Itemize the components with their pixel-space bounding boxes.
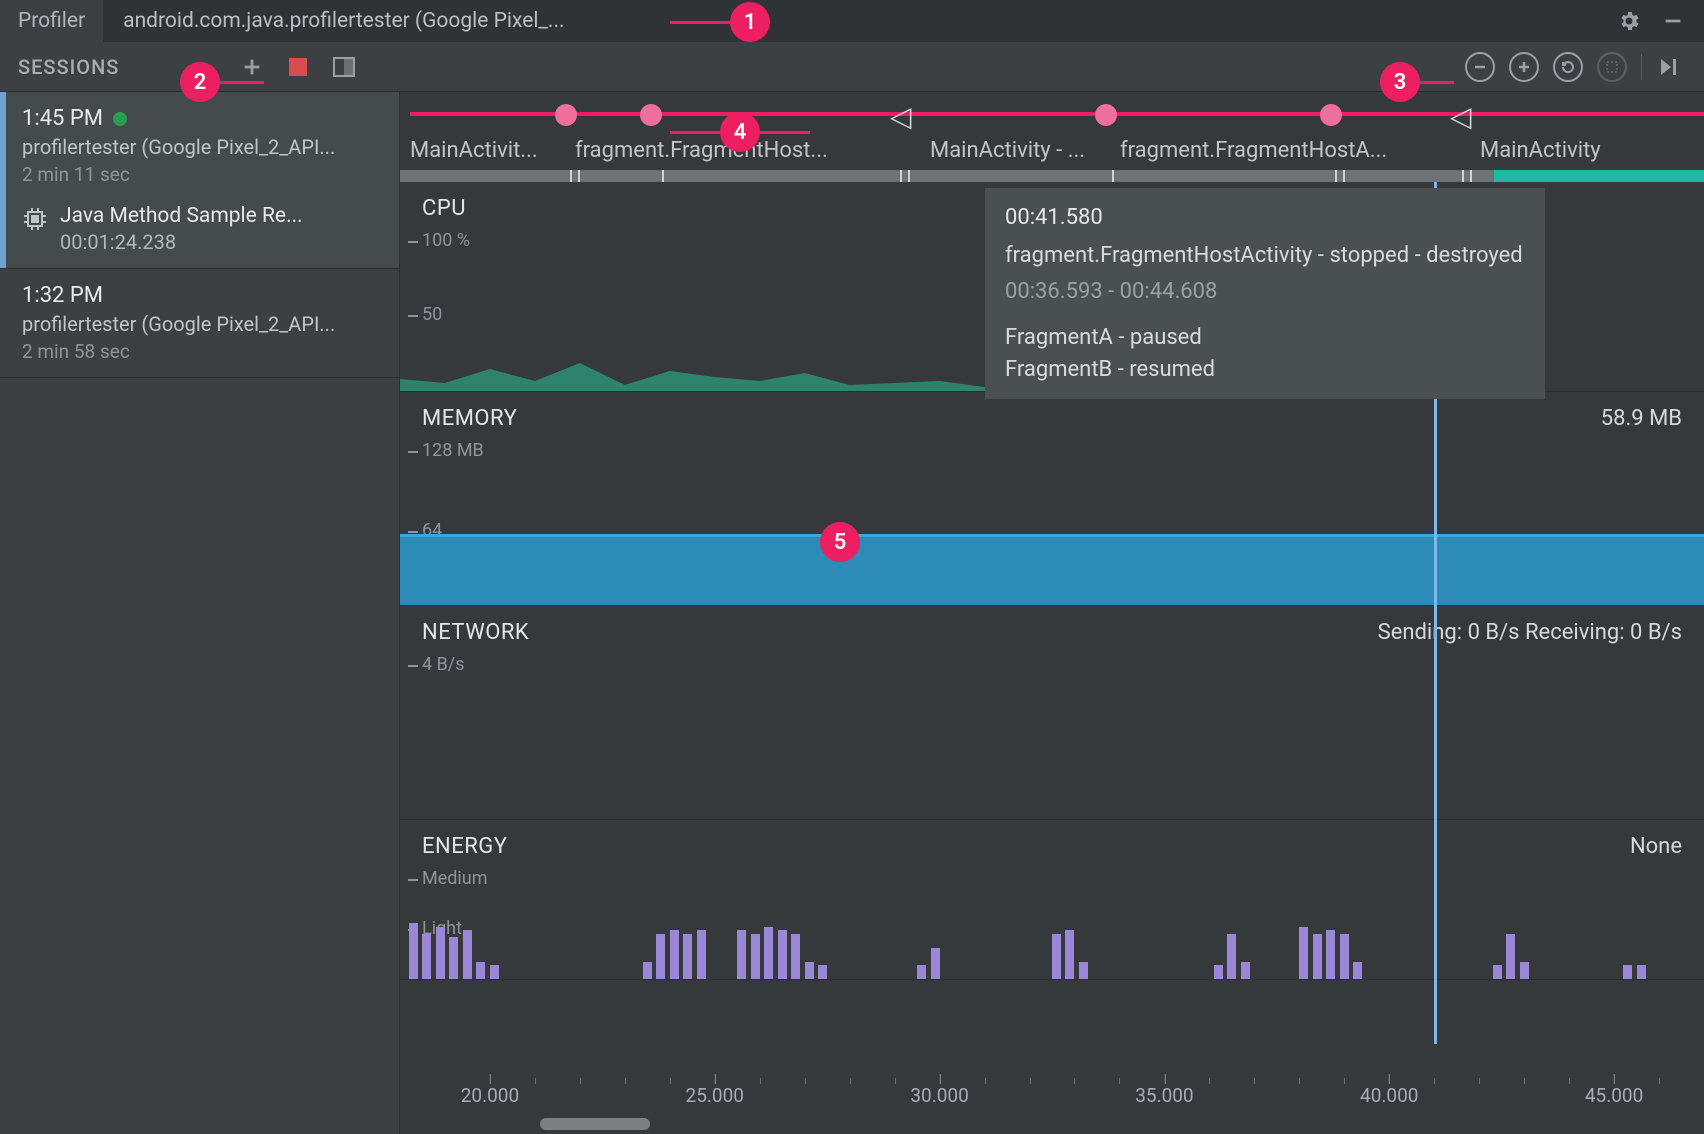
tooltip-event: fragment.FragmentHostActivity - stopped … <box>1005 240 1525 272</box>
activity-label: MainActivit... <box>410 138 538 163</box>
energy-value: None <box>1630 834 1682 859</box>
axis-tick: 25.000 <box>686 1084 744 1107</box>
time-axis[interactable]: 20.000 25.000 30.000 35.000 40.000 45.000 <box>400 1084 1704 1134</box>
sessions-label: SESSIONS <box>0 55 119 79</box>
y-tick: Medium <box>422 868 488 889</box>
tooltip-extra: FragmentA - paused <box>1005 322 1525 354</box>
sessions-sidebar: 1:45 PM profilertester (Google Pixel_2_A… <box>0 92 400 1134</box>
timeline-content: ▷ ▷ MainActivit... fragment.FragmentHost… <box>400 92 1704 1134</box>
event-tooltip: 00:41.580 fragment.FragmentHostActivity … <box>985 188 1545 399</box>
activity-label: MainActivity <box>1480 138 1601 163</box>
annotation-badge: 4 <box>720 112 760 152</box>
annotation-badge: 5 <box>820 522 860 562</box>
network-panel[interactable]: NETWORK Sending: 0 B/s Receiving: 0 B/s … <box>400 606 1704 820</box>
tooltip-range: 00:36.593 - 00:44.608 <box>1005 276 1525 308</box>
toggle-panel-button[interactable] <box>331 54 357 80</box>
add-session-button[interactable] <box>239 54 265 80</box>
annotation-badge: 1 <box>730 2 770 42</box>
panel-title: MEMORY <box>422 406 517 431</box>
process-name[interactable]: android.com.java.profilertester (Google … <box>103 9 584 33</box>
toolbar-divider <box>1641 54 1642 80</box>
activity-ribbon[interactable]: ▷ ▷ MainActivit... fragment.FragmentHost… <box>400 92 1704 182</box>
session-time: 1:32 PM <box>22 283 103 308</box>
panels: CPU 100 % 50 MEMORY 58.9 MB 128 MB 64 NE… <box>400 182 1704 1084</box>
panel-title: NETWORK <box>422 620 529 645</box>
zoom-out-button[interactable] <box>1465 52 1495 82</box>
recording-item[interactable]: Java Method Sample Re... 00:01:24.238 <box>22 204 383 254</box>
reset-zoom-button[interactable] <box>1553 52 1583 82</box>
horizontal-scrollbar[interactable] <box>540 1118 650 1130</box>
zoom-in-button[interactable] <box>1509 52 1539 82</box>
axis-tick: 30.000 <box>910 1084 968 1107</box>
energy-panel[interactable]: ENERGY None Medium Light <box>400 820 1704 980</box>
energy-chart <box>400 909 1704 979</box>
y-tick: 4 B/s <box>422 654 465 675</box>
zoom-selection-button <box>1597 52 1627 82</box>
gear-icon[interactable] <box>1616 8 1642 34</box>
memory-chart <box>400 537 1704 605</box>
memory-value: 58.9 MB <box>1601 406 1682 431</box>
minimap[interactable] <box>400 170 1704 182</box>
y-tick: 100 % <box>422 230 470 251</box>
activity-label: fragment.FragmentHost... <box>575 138 828 163</box>
session-item[interactable]: 1:32 PM profilertester (Google Pixel_2_A… <box>0 269 399 378</box>
activity-label: fragment.FragmentHostA... <box>1120 138 1387 163</box>
stop-recording-button[interactable] <box>285 54 311 80</box>
running-indicator-icon <box>113 112 127 126</box>
axis-tick: 40.000 <box>1360 1084 1418 1107</box>
activity-label: MainActivity - ... <box>930 138 1085 163</box>
tooltip-time: 00:41.580 <box>1005 202 1525 234</box>
tooltip-extra: FragmentB - resumed <box>1005 354 1525 386</box>
profiler-tab[interactable]: Profiler <box>0 0 103 42</box>
session-item[interactable]: 1:45 PM profilertester (Google Pixel_2_A… <box>0 92 399 269</box>
session-name: profilertester (Google Pixel_2_API... <box>22 135 383 159</box>
session-duration: 2 min 58 sec <box>22 340 383 363</box>
annotation-badge: 3 <box>1380 62 1420 102</box>
minimize-icon[interactable] <box>1660 8 1686 34</box>
recording-time: 00:01:24.238 <box>60 230 303 254</box>
session-duration: 2 min 11 sec <box>22 163 383 186</box>
recording-title: Java Method Sample Re... <box>60 204 303 228</box>
session-name: profilertester (Google Pixel_2_API... <box>22 312 383 336</box>
panel-title: ENERGY <box>422 834 507 859</box>
axis-tick: 45.000 <box>1585 1084 1643 1107</box>
sessions-toolbar: SESSIONS <box>0 42 1704 92</box>
axis-tick: 20.000 <box>461 1084 519 1107</box>
axis-tick: 35.000 <box>1135 1084 1193 1107</box>
annotation-badge: 2 <box>180 62 220 102</box>
cpu-chip-icon <box>22 206 48 232</box>
network-value: Sending: 0 B/s Receiving: 0 B/s <box>1378 620 1682 645</box>
panel-title: CPU <box>422 196 466 221</box>
title-bar: Profiler android.com.java.profilertester… <box>0 0 1704 42</box>
memory-panel[interactable]: MEMORY 58.9 MB 128 MB 64 <box>400 392 1704 606</box>
go-live-button[interactable] <box>1656 54 1682 80</box>
y-tick: 128 MB <box>422 440 484 461</box>
session-time: 1:45 PM <box>22 106 103 131</box>
